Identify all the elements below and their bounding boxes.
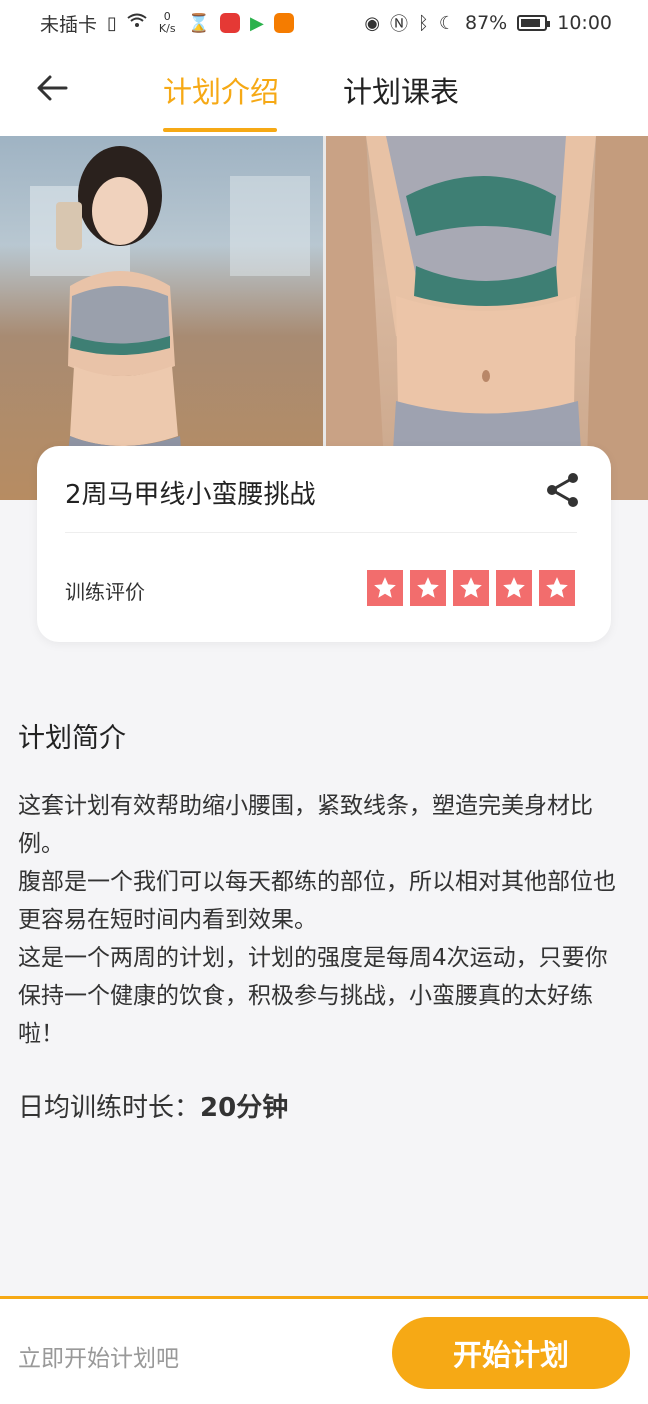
net-speed: 0 K/s <box>159 11 176 35</box>
plan-title: 2周马甲线小蛮腰挑战 <box>65 480 316 510</box>
duration-value: 20分钟 <box>200 1093 289 1123</box>
tab-plan-intro[interactable]: 计划介绍 <box>163 70 279 114</box>
card-divider <box>65 532 577 533</box>
start-hint: 立即开始计划吧 <box>18 1346 179 1372</box>
moon-icon: ☾ <box>438 12 455 34</box>
bottom-bar: 立即开始计划吧 开始计划 <box>0 1296 648 1404</box>
tab-plan-schedule[interactable]: 计划课表 <box>343 70 459 114</box>
intro-paragraph: 这套计划有效帮助缩小腰围，紧致线条，塑造完美身材比例。 <box>18 793 593 857</box>
app-notification-icon <box>220 13 240 33</box>
wifi-icon <box>127 13 147 34</box>
status-left: 未插卡 ▯ 0 K/s ⌛ ▶ <box>40 10 294 37</box>
bluetooth-icon: ᛒ <box>418 12 429 34</box>
star-icon <box>410 570 446 606</box>
star-icon <box>539 570 575 606</box>
share-button[interactable] <box>543 470 583 510</box>
eye-comfort-icon: ◉ <box>364 12 381 34</box>
plan-card: 2周马甲线小蛮腰挑战 训练评价 <box>37 446 611 642</box>
active-tab-indicator <box>163 128 277 132</box>
battery-percent: 87% <box>465 12 508 34</box>
star-icon <box>453 570 489 606</box>
share-icon <box>547 473 578 507</box>
back-arrow-icon <box>37 75 68 101</box>
carrier-text: 未插卡 <box>40 13 98 36</box>
status-bar: 未插卡 ▯ 0 K/s ⌛ ▶ ◉ Ⓝ ᛒ ☾ 87% 10:00 <box>0 0 648 46</box>
star-icon <box>367 570 403 606</box>
status-right: ◉ Ⓝ ᛒ ☾ 87% 10:00 <box>364 10 612 36</box>
play-store-icon: ▶ <box>250 12 264 34</box>
intro-heading: 计划简介 <box>18 723 126 754</box>
intro-body: 这套计划有效帮助缩小腰围，紧致线条，塑造完美身材比例。 腹部是一个我们可以每天都… <box>18 787 630 1053</box>
daily-duration: 日均训练时长：20分钟 <box>18 1087 288 1124</box>
intro-paragraph: 这是一个两周的计划，计划的强度是每周4次运动，只要你保持一个健康的饮食，积极参与… <box>18 945 608 1047</box>
net-speed-unit: K/s <box>158 22 176 35</box>
rating-stars <box>367 570 575 606</box>
star-icon <box>496 570 532 606</box>
clock: 10:00 <box>557 12 612 34</box>
sim-icon: ▯ <box>107 12 117 34</box>
video-app-icon <box>273 13 294 33</box>
battery-fill <box>521 19 541 27</box>
nfc-icon: Ⓝ <box>390 14 409 35</box>
rating-label: 训练评价 <box>65 580 145 604</box>
duration-label: 日均训练时长： <box>18 1093 201 1123</box>
top-nav: 计划介绍 计划课表 <box>0 46 648 136</box>
back-button[interactable] <box>30 66 74 110</box>
start-plan-button[interactable]: 开始计划 <box>392 1317 630 1389</box>
intro-paragraph: 腹部是一个我们可以每天都练的部位，所以相对其他部位也更容易在短时间内看到效果。 <box>18 869 616 933</box>
hourglass-icon: ⌛ <box>187 12 210 34</box>
battery-icon <box>517 15 551 31</box>
